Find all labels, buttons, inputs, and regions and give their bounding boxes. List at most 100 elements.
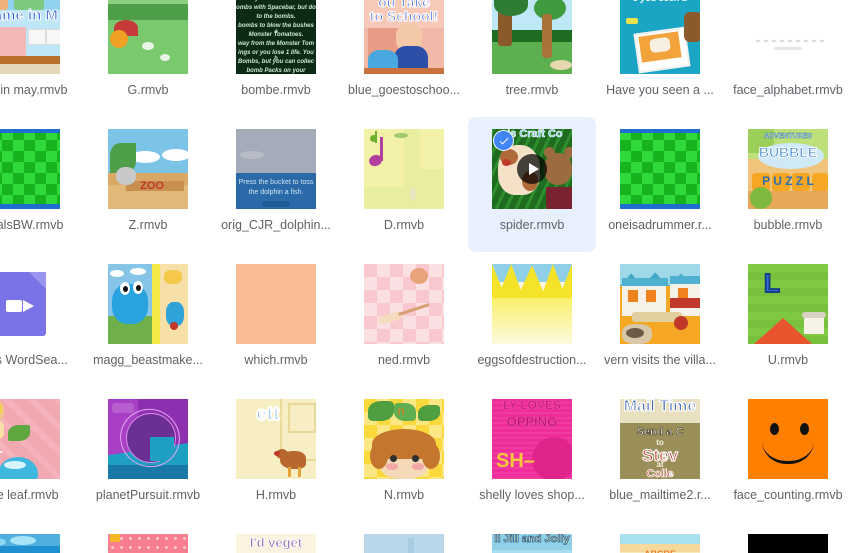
file-tile[interactable]: L little leaf.rmvb <box>0 387 84 522</box>
file-tile[interactable]: row keys to move around th ombs with Spa… <box>212 0 340 117</box>
thumbnail-art: ZOO <box>108 129 188 209</box>
file-label: face_counting.rmvb <box>733 488 843 502</box>
file-label: G.rmvb <box>127 83 169 97</box>
file-thumbnail[interactable]: y's Craft Co <box>492 129 572 209</box>
thumbnail-art <box>108 399 188 479</box>
file-thumbnail[interactable] <box>748 399 828 479</box>
check-circle-icon[interactable] <box>493 130 514 151</box>
file-thumbnail[interactable]: n <box>364 399 444 479</box>
file-tile[interactable]: ABCDE <box>596 522 724 553</box>
thumbnail-art <box>364 534 444 553</box>
file-thumbnail[interactable] <box>108 264 188 344</box>
file-thumbnail[interactable]: LY LOVES OPPING SH– <box>492 399 572 479</box>
file-label: orig_CJR_dolphin... <box>221 218 331 232</box>
file-thumbnail[interactable]: ett <box>236 399 316 479</box>
file-tile[interactable]: e you seen a Have you seen a ... <box>596 0 724 117</box>
file-thumbnail[interactable]: Press the bucket to toss the dolphin a f… <box>236 129 316 209</box>
file-thumbnail[interactable]: Mail Time Send a C to Stev at Colle <box>620 399 700 479</box>
file-label: N.rmvb <box>383 488 425 502</box>
file-thumbnail[interactable] <box>108 399 188 479</box>
file-tile[interactable]: ZOO Z.rmvb <box>84 117 212 252</box>
thumbnail-art: ett <box>236 399 316 479</box>
file-tile[interactable]: L U.rmvb <box>724 252 850 387</box>
file-thumbnail[interactable]: ll Jill and Jolly <box>492 534 572 553</box>
file-tile[interactable]: ggies WordSea... <box>0 252 84 387</box>
file-tile[interactable]: which.rmvb <box>212 252 340 387</box>
play-icon[interactable] <box>517 154 547 184</box>
file-thumbnail[interactable]: ABCDE <box>620 534 700 553</box>
thumbnail-art <box>364 264 444 344</box>
file-label: spider.rmvb <box>499 218 565 232</box>
file-thumbnail[interactable] <box>492 0 572 74</box>
file-tile[interactable]: Game in M ame in may.rmvb <box>0 0 84 117</box>
file-thumbnail[interactable] <box>364 129 444 209</box>
file-label: blue_mailtime2.r... <box>609 488 711 502</box>
file-thumbnail[interactable]: I'd veget <box>236 534 316 553</box>
file-tile[interactable]: ll Jill and Jolly <box>468 522 596 553</box>
file-label: H.rmvb <box>255 488 297 502</box>
thumbnail-art <box>0 129 60 209</box>
thumbnail-art <box>364 129 444 209</box>
file-tile[interactable]: ou Take to School! blue_goestoschoo... <box>340 0 468 117</box>
thumbnail-art <box>620 129 700 209</box>
file-tile[interactable]: LY LOVES OPPING SH– shelly loves shop... <box>468 387 596 522</box>
file-thumbnail[interactable] <box>364 264 444 344</box>
file-tile[interactable]: face_counting.rmvb <box>724 387 850 522</box>
file-thumbnail[interactable]: L <box>0 399 60 479</box>
file-tile[interactable]: ett H.rmvb <box>212 387 340 522</box>
file-tile[interactable]: oneisadrummer.r... <box>596 117 724 252</box>
thumbnail-art <box>492 0 572 74</box>
file-label: tree.rmvb <box>505 83 559 97</box>
file-thumbnail[interactable] <box>748 0 828 74</box>
file-thumbnail[interactable]: ou Take to School! <box>364 0 444 74</box>
file-thumbnail[interactable] <box>0 534 60 553</box>
file-tile[interactable]: n N.rmvb <box>340 387 468 522</box>
file-grid-viewport[interactable]: Game in M ame in may.rmvb G.rmvb row key… <box>0 0 850 553</box>
file-thumbnail[interactable] <box>492 264 572 344</box>
thumbnail-art <box>108 264 188 344</box>
file-tile[interactable]: ADVENTURES BUBBLE P U Z Z L bubble.rmvb <box>724 117 850 252</box>
file-tile[interactable]: planetPursuit.rmvb <box>84 387 212 522</box>
file-thumbnail[interactable] <box>620 129 700 209</box>
file-thumbnail[interactable]: L <box>748 264 828 344</box>
file-thumbnail[interactable] <box>620 264 700 344</box>
thumbnail-art: e you seen a <box>620 0 700 74</box>
file-tile[interactable]: Mail Time Send a C to Stev at Colle blue_… <box>596 387 724 522</box>
file-tile[interactable]: eggsofdestruction... <box>468 252 596 387</box>
file-tile[interactable] <box>340 522 468 553</box>
file-label: bubble.rmvb <box>753 218 823 232</box>
file-thumbnail[interactable] <box>0 264 60 344</box>
file-thumbnail[interactable] <box>236 264 316 344</box>
file-tile[interactable]: nimalsBW.rmvb <box>0 117 84 252</box>
file-thumbnail[interactable] <box>108 534 188 553</box>
thumbnail-art: L <box>748 264 828 344</box>
file-tile[interactable]: D.rmvb <box>340 117 468 252</box>
file-tile-selected[interactable]: y's Craft Co spider.rmvb <box>468 117 596 252</box>
file-thumbnail[interactable] <box>108 0 188 74</box>
file-tile[interactable] <box>724 522 850 553</box>
file-thumbnail[interactable] <box>364 534 444 553</box>
file-thumbnail[interactable] <box>748 534 828 553</box>
thumbnail-art: L <box>0 399 60 479</box>
file-label: planetPursuit.rmvb <box>95 488 201 502</box>
file-tile[interactable]: G.rmvb <box>84 0 212 117</box>
file-tile[interactable]: Press the bucket to toss the dolphin a f… <box>212 117 340 252</box>
file-tile[interactable] <box>84 522 212 553</box>
file-tile[interactable]: vern visits the villa... <box>596 252 724 387</box>
file-thumbnail[interactable]: e you seen a <box>620 0 700 74</box>
file-tile[interactable]: tree.rmvb <box>468 0 596 117</box>
file-tile[interactable]: ned.rmvb <box>340 252 468 387</box>
file-tile[interactable]: face_alphabet.rmvb <box>724 0 850 117</box>
file-thumbnail[interactable]: ZOO <box>108 129 188 209</box>
file-label: Have you seen a ... <box>606 83 714 97</box>
thumbnail-art: n <box>364 399 444 479</box>
file-label: little leaf.rmvb <box>0 488 59 502</box>
file-tile[interactable]: magg_beastmake... <box>84 252 212 387</box>
file-thumbnail[interactable] <box>0 129 60 209</box>
thumbnail-art <box>236 264 316 344</box>
file-thumbnail[interactable]: ADVENTURES BUBBLE P U Z Z L <box>748 129 828 209</box>
file-tile[interactable]: I'd veget <box>212 522 340 553</box>
file-tile[interactable] <box>0 522 84 553</box>
file-thumbnail[interactable]: Game in M <box>0 0 60 74</box>
file-thumbnail[interactable]: row keys to move around th ombs with Spa… <box>236 0 316 74</box>
